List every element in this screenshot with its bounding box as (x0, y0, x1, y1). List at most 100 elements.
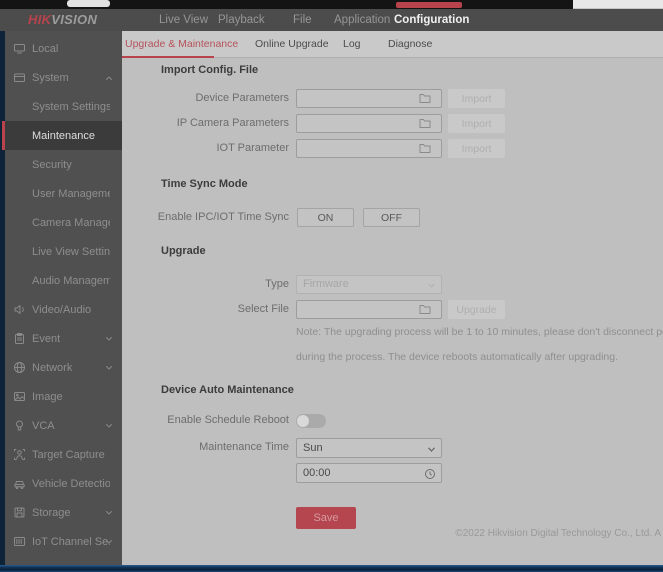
hikvision-logo: HIKVISION (28, 9, 97, 31)
upgrade-note-line1: Note: The upgrading process will be 1 to… (296, 326, 663, 338)
clipboard-icon (15, 333, 24, 344)
top-bar (0, 9, 663, 31)
nav-live-view[interactable]: Live View (159, 9, 208, 31)
sidebar-item-label: Maintenance (32, 129, 95, 142)
tab-online-upgrade[interactable]: Online Upgrade (255, 31, 329, 57)
sidebar-item-event[interactable]: Event (5, 324, 122, 353)
import-iot-button[interactable]: Import (448, 139, 505, 158)
copyright-footer: ©2022 Hikvision Digital Technology Co., … (455, 528, 661, 539)
enable-schedule-reboot-label: Enable Schedule Reboot (167, 414, 289, 426)
person-capture-icon (14, 449, 25, 460)
sidebar-item-vehicle-detection[interactable]: Vehicle Detection (5, 469, 122, 498)
sidebar-item-vca[interactable]: VCA (5, 411, 122, 440)
sidebar-item-local[interactable]: Local (5, 34, 122, 63)
save-button[interactable]: Save (296, 507, 356, 529)
select-file-label: Select File (237, 303, 289, 315)
content-panel: Import Config. File Device Parameters Im… (122, 58, 663, 565)
sidebar-item-label: Camera Management (32, 216, 110, 229)
chevron-down-icon (428, 283, 435, 288)
sidebar-item-label: System (32, 71, 69, 84)
section-title-auto-maintenance: Device Auto Maintenance (161, 384, 294, 396)
sidebar-item-label: IoT Channel Se... (32, 535, 110, 548)
section-title-time-sync: Time Sync Mode (161, 178, 248, 190)
logo-vision: VISION (51, 12, 98, 27)
sidebar-item-label: Network (32, 361, 73, 374)
section-title-import-config: Import Config. File (161, 64, 259, 76)
sidebar-item-label: Live View Settings (32, 245, 110, 258)
sidebar-item-target-capture[interactable]: Target Capture (5, 440, 122, 469)
sidebar-item-label: Security (32, 158, 72, 171)
maintenance-day-select[interactable]: Sun (296, 438, 442, 458)
image-icon (14, 392, 25, 401)
sidebar-item-maintenance[interactable]: Maintenance (2, 121, 122, 150)
chevron-down-icon (428, 447, 435, 452)
import-ip-camera-button[interactable]: Import (448, 114, 505, 133)
section-title-upgrade: Upgrade (161, 245, 206, 257)
clock-icon (425, 469, 435, 479)
folder-icon[interactable] (419, 304, 431, 315)
active-menu-red-indicator (396, 2, 462, 8)
tab-diagnose[interactable]: Diagnose (388, 31, 432, 57)
upgrade-note-line2: during the process. The device reboots a… (296, 351, 618, 363)
sidebar-item-system[interactable]: System (5, 63, 122, 92)
enable-time-sync-label: Enable IPC/IOT Time Sync (157, 211, 289, 223)
iot-parameter-label: IOT Parameter (216, 142, 289, 154)
folder-icon[interactable] (419, 93, 431, 104)
tab-log[interactable]: Log (343, 31, 361, 57)
sidebar-item-image[interactable]: Image (5, 382, 122, 411)
import-device-button[interactable]: Import (448, 89, 505, 108)
sidebar-item-security[interactable]: Security (5, 150, 122, 179)
sidebar-item-live-view-settings[interactable]: Live View Settings (5, 237, 122, 266)
upgrade-type-value: Firmware (303, 278, 349, 290)
sidebar-item-label: Target Capture (32, 448, 105, 461)
sidebar-item-iot-channel[interactable]: IoT Channel Se... (5, 527, 122, 556)
sidebar-item-camera-management[interactable]: Camera Management (5, 208, 122, 237)
globe-icon (14, 362, 25, 373)
upgrade-type-label: Type (265, 278, 289, 290)
chevron-down-icon (106, 423, 112, 427)
nav-configuration[interactable]: Configuration (394, 9, 469, 31)
chevron-down-icon (106, 539, 112, 543)
nav-playback[interactable]: Playback (218, 9, 265, 31)
sidebar-item-label: User Management (32, 187, 110, 200)
sidebar-item-label: System Settings (32, 100, 110, 113)
tab-upgrade-maintenance[interactable]: Upgrade & Maintenance (125, 31, 238, 57)
disk-icon (14, 507, 25, 518)
nav-file[interactable]: File (293, 9, 312, 31)
sidebar-item-network[interactable]: Network (5, 353, 122, 382)
sidebar-item-label: Video/Audio (32, 303, 92, 316)
ip-camera-parameters-label: IP Camera Parameters (176, 117, 289, 129)
maintenance-time-value: 00:00 (303, 467, 331, 479)
upgrade-button[interactable]: Upgrade (448, 300, 505, 319)
monitor-icon (14, 44, 25, 54)
chevron-down-icon (106, 365, 112, 369)
speaker-icon (14, 305, 24, 314)
folder-icon[interactable] (419, 143, 431, 154)
window-bottom-edge (0, 565, 663, 572)
sidebar-item-label: Local (32, 42, 59, 55)
sidebar-item-user-management[interactable]: User Management (5, 179, 122, 208)
sidebar-item-label: Audio Management (32, 274, 110, 287)
logo-hik: HIK (28, 12, 52, 27)
device-parameters-label: Device Parameters (195, 92, 289, 104)
sidebar-item-label: VCA (32, 419, 55, 432)
browser-tab-fragment (67, 0, 110, 7)
upgrade-type-select[interactable]: Firmware (296, 275, 442, 294)
chevron-down-icon (106, 510, 112, 514)
sidebar-item-video-audio[interactable]: Video/Audio (5, 295, 122, 324)
sidebar-item-system-settings[interactable]: System Settings (5, 92, 122, 121)
maintenance-time-label: Maintenance Time (199, 441, 289, 453)
time-sync-off-button[interactable]: OFF (363, 208, 420, 227)
maintenance-time-input[interactable]: 00:00 (296, 463, 442, 483)
sidebar-item-label: Storage (32, 506, 71, 519)
car-icon (14, 481, 25, 490)
sidebar: Local System System Settings Maintenance… (2, 31, 122, 565)
iot-channel-icon (14, 537, 25, 546)
sidebar-item-storage[interactable]: Storage (5, 498, 122, 527)
chevron-up-icon (106, 76, 112, 80)
schedule-reboot-toggle[interactable] (296, 414, 326, 428)
sidebar-item-audio-management[interactable]: Audio Management (5, 266, 122, 295)
time-sync-on-button[interactable]: ON (297, 208, 354, 227)
folder-icon[interactable] (419, 118, 431, 129)
nav-application[interactable]: Application (334, 9, 390, 31)
